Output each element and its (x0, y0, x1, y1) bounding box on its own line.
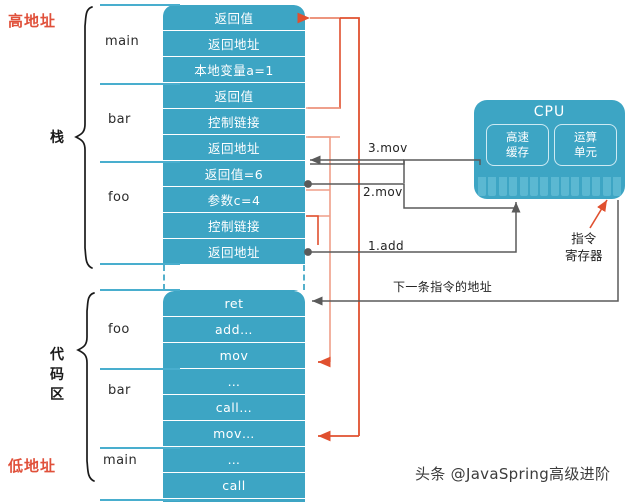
stack-cell[interactable]: 返回值 (163, 5, 305, 31)
cpu-box[interactable]: CPU 高速 缓存 运算 单元 (474, 100, 625, 199)
cpu-alu-unit[interactable]: 运算 单元 (554, 124, 617, 166)
cpu-pin (509, 177, 518, 196)
cpu-title: CPU (533, 104, 566, 120)
red-flow-inner (308, 17, 341, 368)
stack-fn-label-bar: bar (108, 112, 131, 127)
code-cell[interactable]: … (163, 447, 305, 473)
code-cell[interactable]: ret (163, 291, 305, 317)
red-stub-foo (306, 215, 319, 245)
code-region-char-2: 码 (50, 367, 64, 383)
code-group-tick (100, 499, 180, 501)
code-cell[interactable]: … (163, 369, 305, 395)
code-cell[interactable]: mov (163, 343, 305, 369)
connector-overlay (74, 6, 619, 482)
stack-group-tick (100, 4, 180, 6)
stack-fn-label-main: main (105, 34, 140, 49)
connector-label-step2: 2.mov (363, 185, 403, 199)
stack-cell[interactable]: 返回值=6 (163, 161, 305, 187)
connector-label-step3: 3.mov (368, 141, 408, 155)
connector-label-step1: 1.add (368, 239, 405, 253)
code-region-label: 代 码 区 (42, 345, 72, 405)
instruction-register-pointer (589, 199, 608, 229)
code-cell[interactable]: call… (163, 395, 305, 421)
stack-cell[interactable]: 返回地址 (163, 239, 305, 265)
cpu-pin (488, 177, 497, 196)
stack-group-tick (100, 83, 180, 85)
code-cell[interactable]: mov… (163, 421, 305, 447)
code-brace (76, 292, 95, 482)
stack-cell[interactable]: 参数c=4 (163, 187, 305, 213)
cpu-cache-line2: 缓存 (506, 145, 529, 159)
code-fn-label-foo: foo (108, 322, 130, 337)
code-cell[interactable]: call (163, 473, 305, 499)
instruction-register-label: 指令 寄存器 (565, 230, 603, 264)
code-cell[interactable]: add… (163, 317, 305, 343)
cpu-pin (540, 177, 549, 196)
cpu-pin (478, 177, 486, 196)
stack-group-tick (100, 263, 180, 265)
cpu-pin (571, 177, 580, 196)
stack-cell[interactable]: 返回地址 (163, 135, 305, 161)
stack-cell[interactable]: 本地变量a=1 (163, 57, 305, 83)
code-region-char-1: 代 (50, 347, 64, 363)
cpu-pin (550, 177, 559, 196)
high-address-label: 高地址 (8, 12, 57, 30)
cpu-alu-line1: 运算 (574, 130, 597, 144)
cpu-pins (478, 177, 621, 196)
red-stub (306, 107, 340, 217)
connector-label-next-instruction: 下一条指令的地址 (393, 280, 493, 294)
code-group-tick (100, 289, 180, 291)
stack-fn-label-foo: foo (108, 190, 130, 205)
code-memory-block: ret add… mov … call… mov… … call mov (163, 291, 305, 502)
cpu-pin (561, 177, 569, 196)
stack-cell[interactable]: 返回地址 (163, 31, 305, 57)
code-fn-label-main: main (103, 453, 138, 468)
connector-step1 (304, 202, 521, 256)
watermark: 头条 @JavaSpring高级进阶 (415, 465, 611, 483)
stack-memory-block: 返回值 返回地址 本地变量a=1 返回值 控制链接 返回地址 返回值=6 参数c… (163, 5, 305, 291)
cpu-pin (529, 177, 538, 196)
red-flow-outer (297, 12, 360, 442)
stack-group-tick (100, 161, 180, 163)
stack-brace (74, 6, 93, 269)
cpu-pin (612, 177, 621, 196)
cpu-cache-line1: 高速 (506, 130, 529, 144)
low-address-label: 低地址 (8, 457, 57, 475)
instruction-register-line1: 指令 (571, 231, 597, 246)
stack-cell[interactable]: 返回值 (163, 83, 305, 109)
stack-region-label: 栈 (50, 130, 64, 146)
memory-gap-dashed (163, 265, 305, 290)
code-fn-label-bar: bar (108, 383, 131, 398)
stack-cell[interactable]: 控制链接 (163, 109, 305, 135)
code-group-tick (100, 447, 180, 449)
cpu-pin (498, 177, 507, 196)
cpu-pin (592, 177, 601, 196)
stack-cell[interactable]: 控制链接 (163, 213, 305, 239)
code-region-char-3: 区 (50, 387, 64, 403)
cpu-pin (602, 177, 611, 196)
instruction-register-line2: 寄存器 (565, 248, 603, 263)
cpu-pin (581, 177, 590, 196)
code-group-tick (100, 368, 180, 370)
connector-step3 (310, 155, 481, 183)
cpu-alu-line2: 单元 (574, 145, 597, 159)
cpu-pin (519, 177, 528, 196)
cpu-cache-unit[interactable]: 高速 缓存 (486, 124, 549, 166)
diagram-canvas: 高地址 低地址 栈 代 码 区 main bar foo foo bar mai… (0, 0, 640, 502)
